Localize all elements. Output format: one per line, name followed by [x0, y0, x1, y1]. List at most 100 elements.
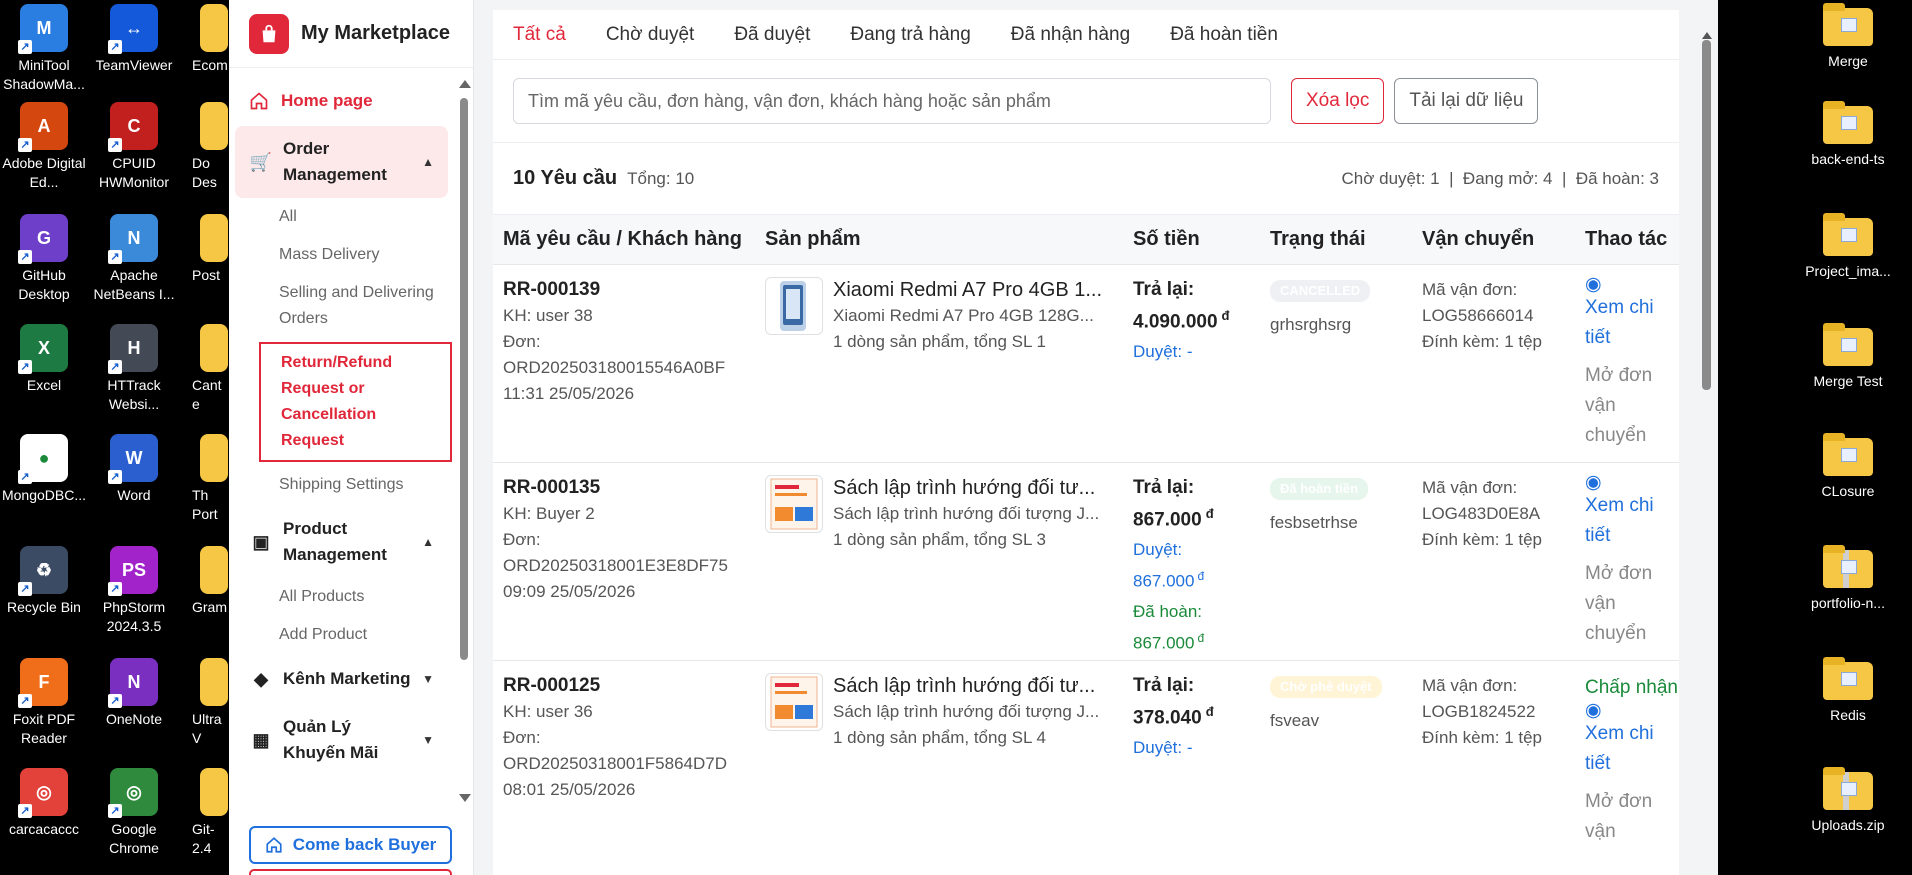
desktop-icon[interactable]: UltraV [188, 658, 228, 748]
desktop-folder[interactable]: Project_ima... [1800, 212, 1896, 281]
attachment-count: Đính kèm: 1 tệp [1422, 530, 1543, 549]
sidebar-group-promotions[interactable]: ▦ Quản Lý Khuyến Mãi ▼ [235, 704, 448, 776]
scroll-down-icon[interactable] [459, 794, 471, 802]
desktop-icon-label: Gram [192, 599, 227, 615]
request-id[interactable]: RR-000139 [503, 277, 755, 303]
sidebar-scrollbar[interactable] [457, 78, 471, 808]
clear-filter-button[interactable]: Xóa lọc [1291, 78, 1385, 124]
app-icon: X ↗ [18, 324, 68, 374]
amount-cell: Trả lại: 867.000 đ Duyệt: 867.000 đ Đã hoàn… [1123, 475, 1260, 660]
sidebar-group-marketing[interactable]: ◆ Kênh Marketing ▼ [235, 656, 448, 702]
desktop-icon-label: Do Des [192, 155, 217, 190]
app-icon [200, 102, 228, 150]
refunded-label: Đã hoàn: [1133, 601, 1202, 621]
brand-name: My Marketplace [301, 22, 450, 44]
desktop-icon[interactable]: Post [188, 214, 228, 285]
desktop-folder[interactable]: Merge [1800, 2, 1896, 71]
desktop-icon[interactable]: ◎ ↗ carcacaccc [0, 768, 90, 839]
desktop-folder[interactable]: CLosure [1800, 432, 1896, 501]
megaphone-icon: ◆ [254, 669, 268, 689]
desktop-folder[interactable]: Redis [1800, 656, 1896, 725]
desktop-icon[interactable]: ◎ ↗ Google Chrome [88, 768, 180, 858]
sidebar-item-return-refund[interactable]: Return/Refund Request or Cancellation Re… [259, 342, 452, 462]
app-icon: ◎ ↗ [18, 768, 68, 818]
tab-all[interactable]: Tất cả [513, 14, 566, 56]
desktop-icon[interactable]: PS ↗ PhpStorm 2024.3.5 [88, 546, 180, 636]
come-back-buyer-button[interactable]: Come back Buyer [249, 826, 452, 864]
desktop-folder[interactable]: back-end-ts [1800, 100, 1896, 169]
desktop-icon[interactable]: Gram [188, 546, 228, 617]
order-id: ORD20250318001554​6A0BF [503, 358, 726, 377]
desktop-icon[interactable]: F ↗ Foxit PDF Reader [0, 658, 90, 748]
sidebar-group-product-management[interactable]: ▣ Product Management ▲ [235, 506, 448, 578]
tab-pending[interactable]: Chờ duyệt [606, 14, 695, 56]
desktop-icon[interactable]: Th Port [188, 434, 228, 524]
desktop-icon[interactable]: W ↗ Word [88, 434, 180, 505]
brand[interactable]: My Marketplace [229, 0, 473, 68]
desktop-icon[interactable]: ↔ ↗ TeamViewer [88, 4, 180, 75]
request-cell: RR-000135 KH: Buyer 2 Đơn: ORD2025031800… [493, 475, 755, 660]
desktop-folder[interactable]: Merge Test [1800, 322, 1896, 391]
tab-received[interactable]: Đã nhận hàng [1011, 14, 1130, 56]
product-cell: Xiaomi Redmi A7 Pro 4GB 1... Xiaomi Redm… [755, 277, 1123, 462]
desktop-folder[interactable]: portfolio-n... [1800, 544, 1896, 613]
search-input[interactable] [513, 78, 1271, 124]
open-shipment-button[interactable]: Mở đơn vận [1585, 787, 1679, 847]
desktop-icon[interactable]: Ecom [188, 4, 228, 75]
view-detail-button[interactable]: ◉ Xem chi tiết [1585, 701, 1679, 779]
desktop-icon[interactable]: G ↗ GitHub Desktop [0, 214, 90, 304]
amount-cell: Trả lại: 4.090.000 đ Duyệt: - [1123, 277, 1260, 462]
desktop-icon-label: Excel [26, 377, 62, 393]
accept-button[interactable]: Chấp nhận [1585, 673, 1679, 703]
tab-returning[interactable]: Đang trả hàng [850, 14, 970, 56]
sidebar-group-order-management[interactable]: 🛒 Order Management ▲ [235, 126, 448, 198]
return-amount: 867.000 đ [1133, 501, 1260, 533]
folder-preview-icon [1841, 338, 1857, 352]
desktop-icon-label: MongoDBC... [1, 487, 87, 503]
tab-refunded[interactable]: Đã hoàn tiền [1170, 14, 1278, 56]
sidebar-item-selling-delivering[interactable]: Selling and Delivering Orders [229, 274, 454, 338]
main-scrollbar[interactable] [1699, 30, 1713, 875]
actions-cell: Chấp nhận ◉ Xem chi tiết Mở đơn vận [1575, 673, 1679, 875]
sidebar-item-shipping-settings[interactable]: Shipping Settings [229, 466, 454, 504]
approved-label: Duyệt: - [1133, 738, 1193, 758]
desktop-folder[interactable]: Uploads.zip [1800, 766, 1896, 835]
desktop-icon[interactable]: Cante [188, 324, 228, 414]
desktop-icon[interactable]: H ↗ HTTrack Websi... [88, 324, 180, 414]
customer-name: KH: user 36 [503, 702, 593, 721]
sidebar-item-mass-delivery[interactable]: Mass Delivery [229, 236, 454, 274]
logout-button[interactable] [249, 869, 452, 875]
request-count: 10 Yêu cầu [513, 167, 618, 189]
desktop-icon[interactable]: N ↗ OneNote [88, 658, 180, 729]
open-shipment-button[interactable]: Mở đơn vận chuyển [1585, 361, 1679, 451]
scroll-up-icon[interactable] [1702, 32, 1712, 39]
desktop-icon[interactable]: Git-2.4 [188, 768, 228, 858]
scroll-thumb[interactable] [460, 98, 468, 660]
desktop-icon[interactable]: ♻ ↗ Recycle Bin [0, 546, 90, 617]
app-icon: ◎ ↗ [108, 768, 158, 818]
request-id[interactable]: RR-000125 [503, 673, 755, 699]
desktop-icon[interactable]: M ↗ MiniTool ShadowMa... [0, 4, 90, 94]
view-detail-button[interactable]: ◉ Xem chi tiết [1585, 275, 1679, 353]
app-icon [200, 658, 228, 706]
approved-value: 867.000 [1133, 571, 1195, 591]
scroll-up-icon[interactable] [459, 80, 471, 88]
sidebar-item-add-product[interactable]: Add Product [229, 616, 454, 654]
desktop-icon[interactable]: N ↗ Apache NetBeans I... [88, 214, 180, 304]
shipping-cell: Mã vận đơn: LOG58666014 Đính kèm: 1 tệp [1412, 277, 1575, 462]
scroll-thumb[interactable] [1702, 40, 1711, 390]
desktop-icon[interactable]: C ↗ CPUID HWMonitor [88, 102, 180, 192]
request-id[interactable]: RR-000135 [503, 475, 755, 501]
desktop-icon[interactable]: X ↗ Excel [0, 324, 90, 395]
desktop-icon[interactable]: A ↗ Adobe Digital Ed... [0, 102, 90, 192]
desktop-icon[interactable]: ● ↗ MongoDBC... [0, 434, 90, 505]
sidebar-item-all-products[interactable]: All Products [229, 578, 454, 616]
sidebar-item-all[interactable]: All [229, 198, 454, 236]
view-detail-button[interactable]: ◉ Xem chi tiết [1585, 473, 1679, 551]
tab-approved[interactable]: Đã duyệt [734, 14, 810, 56]
sidebar-item-home[interactable]: Home page [229, 78, 454, 124]
desktop-icon[interactable]: Do Des [188, 102, 228, 192]
reload-data-button[interactable]: Tải lại dữ liệu [1394, 78, 1539, 124]
open-shipment-button[interactable]: Mở đơn vận chuyển [1585, 559, 1679, 649]
product-thumbnail [765, 673, 823, 731]
